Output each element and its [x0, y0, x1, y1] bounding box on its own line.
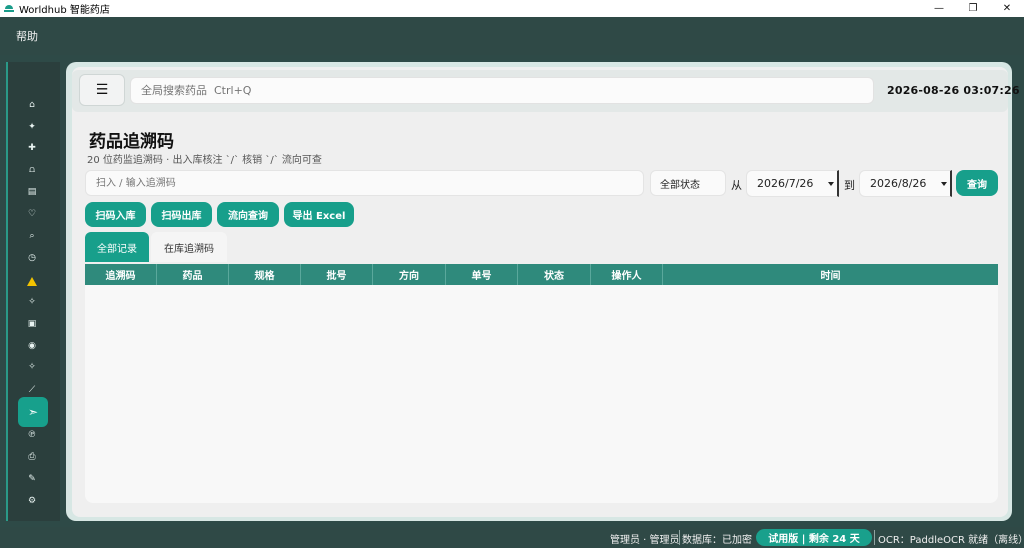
settings-icon[interactable]: ⚙ — [18, 490, 46, 512]
date-from-label: 从 — [731, 179, 742, 192]
drop-icon[interactable]: ◉ — [18, 335, 46, 357]
window-controls: — ❐ ✕ — [922, 0, 1024, 17]
window-title: Worldhub 智能药店 — [19, 5, 110, 16]
column-header-drug[interactable]: 药品 — [157, 264, 229, 285]
trial-badge[interactable]: 试用版 | 剩余 24 天 — [756, 529, 872, 546]
pill-icon[interactable]: ✧ — [18, 291, 46, 313]
maximize-button[interactable]: ❐ — [956, 0, 990, 17]
column-header-status[interactable]: 状态 — [518, 264, 591, 285]
tab-in-stock-trace[interactable]: 在库追溯码 — [151, 232, 227, 262]
flow-query-button[interactable]: 流向查询 — [217, 202, 279, 227]
heart-icon[interactable]: ♡ — [18, 203, 46, 225]
menubar: 帮助 — [0, 17, 1024, 55]
date-to-picker[interactable]: 2026/8/26 — [859, 170, 952, 197]
star-icon[interactable]: ✧ — [18, 356, 46, 378]
date-from-picker[interactable]: 2026/7/26 — [746, 170, 839, 197]
tab-all-records[interactable]: 全部记录 — [85, 232, 149, 262]
export-excel-button[interactable]: 导出 Excel — [284, 202, 354, 227]
sparkle-icon[interactable]: ✦ — [18, 116, 46, 138]
printer-icon[interactable]: ⎙ — [18, 446, 46, 468]
date-to-value: 2026/8/26 — [870, 177, 927, 190]
bell-icon[interactable]: ⩍ — [18, 159, 46, 181]
query-button[interactable]: 查询 — [956, 170, 998, 196]
dropdown-arrow-icon — [941, 182, 947, 186]
tag-icon[interactable]: ℗ — [18, 424, 46, 446]
statusbar-database: 数据库：已加密 — [682, 535, 752, 546]
hamburger-icon: ☰ — [95, 82, 109, 98]
search-icon[interactable]: ⌕ — [18, 225, 46, 247]
column-header-direction[interactable]: 方向 — [373, 264, 446, 285]
warning-icon[interactable] — [18, 270, 46, 292]
clock-icon[interactable]: ◷ — [18, 247, 46, 269]
column-header-batch[interactable]: 批号 — [301, 264, 373, 285]
dropdown-arrow-icon — [828, 182, 834, 186]
minimize-button[interactable]: — — [922, 0, 956, 17]
column-header-spec[interactable]: 规格 — [229, 264, 301, 285]
statusbar-ocr: OCR：PaddleOCR 就绪（离线） — [878, 535, 1024, 546]
column-header-operator[interactable]: 操作人 — [591, 264, 663, 285]
date-to-label: 到 — [844, 179, 855, 192]
column-header-time[interactable]: 时间 — [663, 264, 998, 285]
menu-toggle-button[interactable]: ☰ — [79, 74, 125, 106]
home-icon[interactable]: ⌂ — [18, 94, 46, 116]
box-icon[interactable]: ▣ — [18, 313, 46, 335]
global-search-input[interactable] — [130, 77, 874, 104]
pen-icon[interactable]: ✎ — [18, 468, 46, 490]
column-header-trace-code[interactable]: 追溯码 — [85, 264, 157, 285]
scan-out-button[interactable]: 扫码出库 — [151, 202, 212, 227]
page-title: 药品追溯码 — [89, 132, 174, 152]
send-icon[interactable]: ➣ — [18, 397, 48, 427]
status-select[interactable]: 全部状态 — [650, 170, 726, 196]
table-header: 追溯码 药品 规格 批号 方向 单号 状态 操作人 时间 — [85, 264, 998, 285]
statusbar-user: 管理员 · 管理员 — [610, 535, 680, 546]
scan-in-button[interactable]: 扫码入库 — [85, 202, 146, 227]
close-button[interactable]: ✕ — [990, 0, 1024, 17]
column-header-order-no[interactable]: 单号 — [446, 264, 518, 285]
warning-triangle — [27, 276, 37, 286]
document-icon[interactable]: ▤ — [18, 181, 46, 203]
page-subtitle: 20 位药监追溯码 · 出入库核注 `/` 核销 `/` 流向可查 — [87, 155, 322, 166]
statusbar-divider — [679, 530, 680, 545]
date-from-value: 2026/7/26 — [757, 177, 814, 190]
app-logo-icon — [4, 4, 14, 14]
table-body — [85, 285, 998, 503]
trace-code-input[interactable] — [85, 170, 644, 196]
medical-cross-icon[interactable]: ✚ — [18, 137, 46, 159]
menu-help[interactable]: 帮助 — [16, 28, 38, 44]
window-titlebar: Worldhub 智能药店 — ❐ ✕ — [0, 0, 1024, 17]
status-select-value: 全部状态 — [660, 179, 700, 191]
datetime-display: 2026-08-26 03:07:26 — [887, 84, 1020, 97]
sidebar: ⌂ ✦ ✚ ⩍ ▤ ♡ ⌕ ◷ ✧ ▣ ◉ ✧ ⟋ ➣ ℗ ⎙ ✎ ⚙ — [8, 64, 58, 519]
statusbar-divider — [874, 530, 875, 545]
